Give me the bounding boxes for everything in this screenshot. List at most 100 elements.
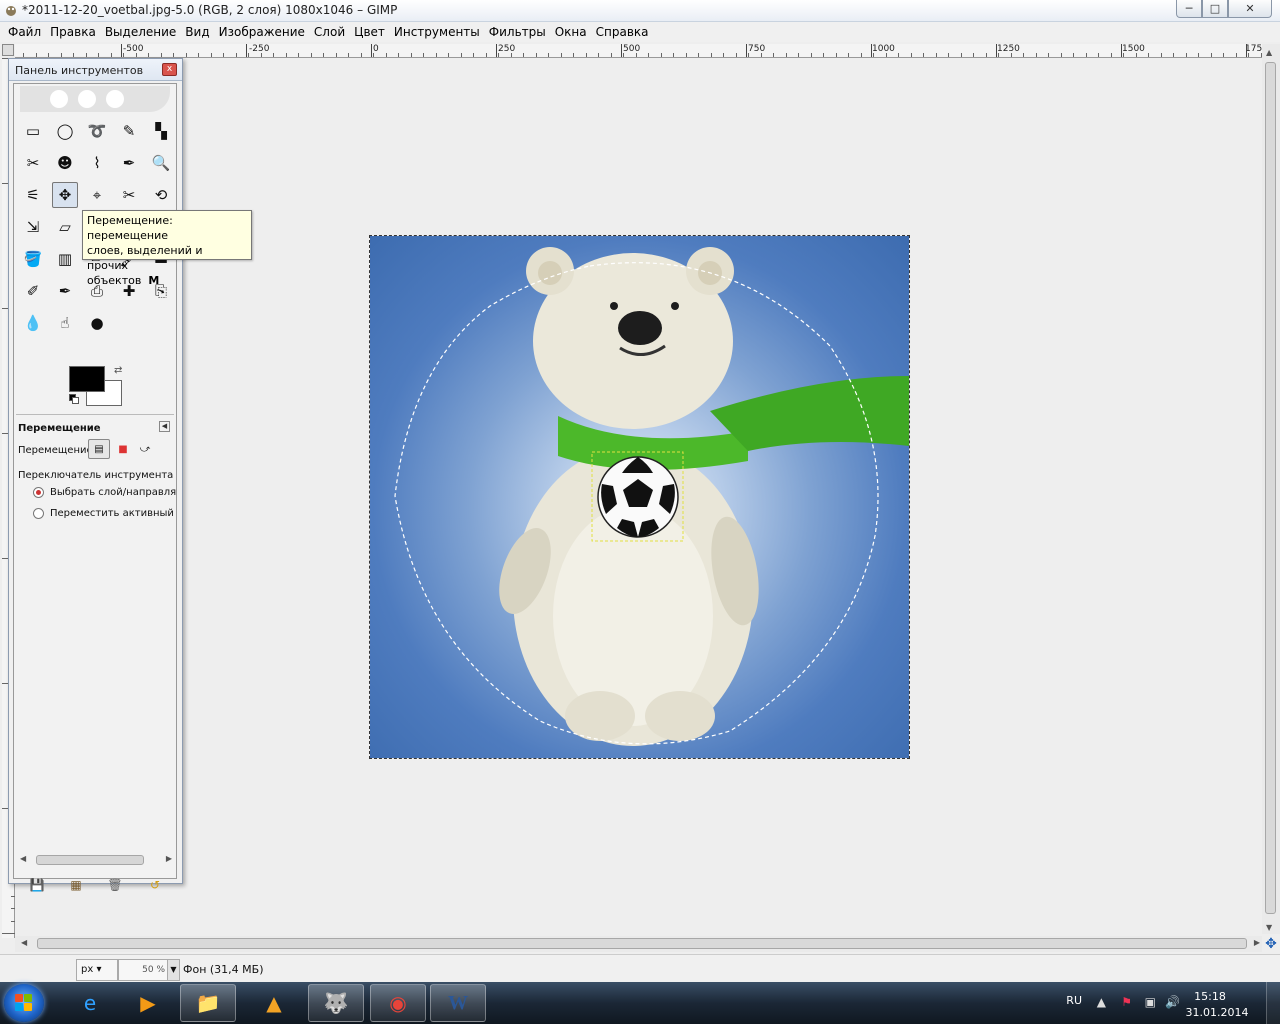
menu-colors[interactable]: Цвет: [350, 22, 390, 42]
scroll-left-icon[interactable]: ◀: [20, 854, 26, 863]
fuzzy-select-icon[interactable]: ✎: [116, 118, 142, 144]
move-selection-mode-button[interactable]: ■: [112, 439, 134, 459]
foreground-color-swatch-top[interactable]: [69, 366, 105, 392]
language-indicator[interactable]: RU: [1066, 994, 1082, 1007]
scroll-left-icon[interactable]: ◀: [21, 938, 27, 947]
paths-icon[interactable]: ⌇: [84, 150, 110, 176]
windows-taskbar: e ▶ 📁 ▲ 🐺 ◉ W RU ▲ ⚑ ▣ 🔊 15:18 31.01.2014: [0, 982, 1280, 1024]
image-canvas[interactable]: [369, 235, 910, 759]
select-by-color-icon[interactable]: ▚: [148, 118, 174, 144]
scroll-right-icon[interactable]: ▶: [1254, 938, 1260, 947]
restore-options-icon[interactable]: ▦: [67, 878, 85, 894]
swap-colors-icon[interactable]: ⇄: [114, 365, 122, 376]
toolbox-horizontal-scrollbar[interactable]: ◀ ▶: [20, 854, 172, 866]
scale-icon[interactable]: ⇲: [20, 214, 46, 240]
ruler-corner-button[interactable]: [2, 44, 14, 56]
free-select-icon[interactable]: ➰: [84, 118, 110, 144]
horizontal-scrollbar[interactable]: ◀ ▶: [15, 936, 1262, 952]
menu-view[interactable]: Вид: [181, 22, 214, 42]
dodge-burn-icon[interactable]: ●: [84, 310, 110, 336]
airbrush-icon[interactable]: ✐: [20, 278, 46, 304]
color-picker-icon[interactable]: ✒: [116, 150, 142, 176]
radio-move-active-label[interactable]: Переместить активный сло: [50, 508, 176, 519]
taskbar-word-button[interactable]: W: [430, 984, 486, 1022]
menu-windows[interactable]: Окна: [551, 22, 592, 42]
taskbar-gimp-button[interactable]: 🐺: [308, 984, 364, 1022]
move-icon[interactable]: ✥: [52, 182, 78, 208]
default-colors-icon[interactable]: [69, 394, 79, 404]
horizontal-ruler[interactable]: -500 -250 0 250 500 750 1000 1250 1500 1…: [15, 44, 1262, 58]
radio-move-active[interactable]: [33, 508, 44, 519]
radio-pick-layer-label[interactable]: Выбрать слой/направляющ: [50, 487, 176, 498]
ink-icon[interactable]: ✒: [52, 278, 78, 304]
toolbox-panel: Панель инструментов x ▭◯➰✎▚✂☻⌇✒🔍⚟✥⌖✂⟲⇲▱⏢…: [8, 58, 183, 892]
scrollbar-thumb[interactable]: [1265, 62, 1276, 914]
ruler-label: 750: [748, 44, 766, 54]
menu-help[interactable]: Справка: [592, 22, 654, 42]
blur-icon[interactable]: 💧: [20, 310, 46, 336]
clock-time[interactable]: 15:18: [1180, 990, 1240, 1003]
rect-select-icon[interactable]: ▭: [20, 118, 46, 144]
navigate-icon[interactable]: ✥: [1263, 936, 1279, 952]
zoom-combo[interactable]: 50 % ▼: [118, 959, 180, 981]
scrollbar-thumb[interactable]: [37, 938, 1247, 949]
taskbar-aimp-button[interactable]: ▲: [246, 984, 302, 1022]
move-path-mode-button[interactable]: ⤻: [134, 439, 156, 459]
taskbar-explorer-button[interactable]: 📁: [180, 984, 236, 1022]
bucket-fill-icon[interactable]: 🪣: [20, 246, 46, 272]
foreground-select-icon[interactable]: ☻: [52, 150, 78, 176]
layer-info: Фон (31,4 МБ): [183, 963, 264, 976]
scroll-down-icon[interactable]: ▼: [1266, 923, 1272, 932]
collapse-options-icon[interactable]: ◀: [159, 421, 170, 432]
menu-image[interactable]: Изображение: [215, 22, 310, 42]
toolbox-body: ▭◯➰✎▚✂☻⌇✒🔍⚟✥⌖✂⟲⇲▱⏢⇆⬡🪣▥✏🖌▬✐✒⎙✚⎘💧☝● ⇄ Пере…: [13, 83, 177, 892]
menu-edit[interactable]: Правка: [46, 22, 101, 42]
vertical-scrollbar[interactable]: ▲ ▼: [1262, 44, 1280, 934]
scissors-select-icon[interactable]: ✂: [20, 150, 46, 176]
ruler-label: 1000: [872, 44, 895, 54]
show-desktop-button[interactable]: [1266, 982, 1280, 1024]
minimize-button[interactable]: ─: [1176, 0, 1202, 18]
tooltip-line: объектов: [87, 274, 142, 287]
measure-icon[interactable]: ⚟: [20, 182, 46, 208]
clock-date[interactable]: 31.01.2014: [1180, 1006, 1254, 1019]
smudge-icon[interactable]: ☝: [52, 310, 78, 336]
shear-icon[interactable]: ▱: [52, 214, 78, 240]
scroll-up-icon[interactable]: ▲: [1266, 48, 1272, 57]
scroll-right-icon[interactable]: ▶: [166, 854, 172, 863]
action-center-icon[interactable]: ⚑: [1121, 995, 1132, 1009]
show-hidden-icons-icon[interactable]: ▲: [1097, 995, 1106, 1009]
zoom-icon[interactable]: 🔍: [148, 150, 174, 176]
delete-options-icon[interactable]: 🗑: [106, 878, 124, 894]
wilber-drop-area[interactable]: [20, 86, 170, 112]
taskbar-internet-explorer-button[interactable]: e: [62, 984, 118, 1022]
maximize-button[interactable]: □: [1202, 0, 1228, 18]
chevron-down-icon[interactable]: ▼: [167, 960, 179, 980]
rotate-icon[interactable]: ⟲: [148, 182, 174, 208]
start-button[interactable]: [4, 984, 44, 1022]
close-button[interactable]: ✕: [1228, 0, 1272, 18]
ruler-label: 250: [498, 44, 516, 54]
network-icon[interactable]: ▣: [1145, 995, 1156, 1009]
blend-icon[interactable]: ▥: [52, 246, 78, 272]
menu-file[interactable]: Файл: [4, 22, 46, 42]
reset-options-icon[interactable]: ↺: [146, 878, 164, 894]
taskbar-chrome-button[interactable]: ◉: [370, 984, 426, 1022]
menu-filters[interactable]: Фильтры: [485, 22, 551, 42]
unit-select[interactable]: px ▾: [76, 959, 118, 981]
align-icon[interactable]: ⌖: [84, 182, 110, 208]
scrollbar-thumb[interactable]: [36, 855, 144, 865]
menu-tools[interactable]: Инструменты: [390, 22, 485, 42]
ellipse-select-icon[interactable]: ◯: [52, 118, 78, 144]
taskbar-media-player-button[interactable]: ▶: [120, 984, 176, 1022]
crop-icon[interactable]: ✂: [116, 182, 142, 208]
menu-select[interactable]: Выделение: [101, 22, 181, 42]
menu-layer[interactable]: Слой: [310, 22, 350, 42]
tool-toggle-label: Переключатель инструмента (Shi: [18, 470, 176, 481]
toolbox-close-button[interactable]: x: [162, 63, 177, 76]
volume-icon[interactable]: 🔊: [1165, 995, 1180, 1009]
toolbox-titlebar[interactable]: Панель инструментов x: [9, 59, 182, 81]
move-layer-mode-button[interactable]: ▤: [88, 439, 110, 459]
save-options-icon[interactable]: 💾: [28, 878, 46, 894]
radio-pick-layer[interactable]: [33, 487, 44, 498]
